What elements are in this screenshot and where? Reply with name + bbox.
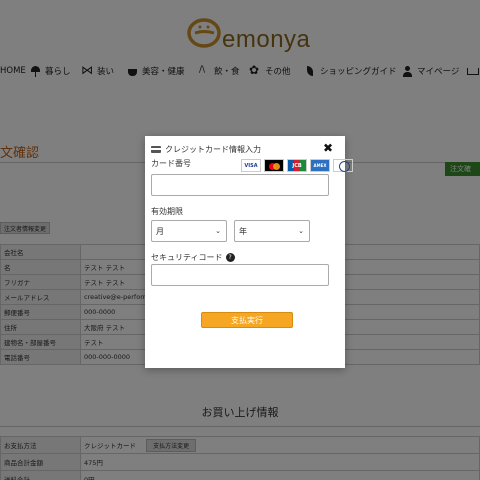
visa-icon: VISA	[241, 159, 261, 172]
diners-club-icon	[333, 159, 353, 172]
expiry-label: 有効期限	[151, 207, 183, 216]
submit-payment-button[interactable]: 支払実行	[201, 312, 293, 328]
expiry-year-select[interactable]: 年 ⌄	[234, 220, 310, 242]
month-select-value: 月	[156, 226, 164, 236]
modal-header: クレジットカード情報入力	[151, 144, 261, 155]
credit-card-icon	[151, 146, 161, 153]
card-number-label: カード番号	[151, 159, 191, 168]
chevron-down-icon: ⌄	[298, 227, 304, 235]
help-icon[interactable]: ?	[225, 253, 235, 262]
card-brand-logos: VISA JCB AMEX	[241, 159, 353, 172]
jcb-icon: JCB	[287, 159, 307, 172]
card-number-input[interactable]	[151, 174, 329, 196]
expiry-month-select[interactable]: 月 ⌄	[151, 220, 227, 242]
chevron-down-icon: ⌄	[215, 227, 221, 235]
security-code-input[interactable]	[151, 264, 329, 286]
year-select-value: 年	[239, 226, 247, 236]
security-code-label: セキュリティコード	[151, 253, 223, 262]
amex-icon: AMEX	[310, 159, 330, 172]
credit-card-modal: クレジットカード情報入力 ✖ カード番号 VISA JCB AMEX 有効期限 …	[145, 136, 353, 368]
close-icon[interactable]: ✖	[323, 141, 333, 155]
modal-title: クレジットカード情報入力	[165, 145, 261, 154]
security-code-label-row: セキュリティコード?	[151, 252, 235, 263]
mastercard-icon	[264, 159, 284, 172]
